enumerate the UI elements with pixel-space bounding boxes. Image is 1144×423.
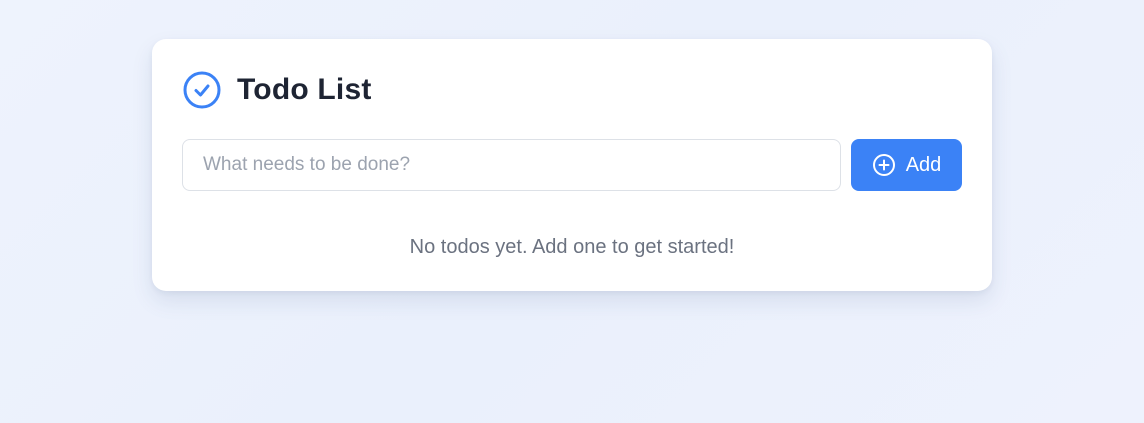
- todo-card: Todo List Add No todos yet. Add one to g…: [152, 39, 992, 291]
- todo-input[interactable]: [182, 139, 841, 191]
- check-circle-icon: [182, 70, 222, 110]
- add-button[interactable]: Add: [851, 139, 962, 191]
- plus-circle-icon: [872, 153, 896, 177]
- empty-state-message: No todos yet. Add one to get started!: [409, 236, 735, 258]
- add-button-label: Add: [905, 153, 942, 176]
- page-title: Todo List: [237, 73, 372, 106]
- card-header: Todo List: [182, 70, 372, 110]
- add-todo-form: Add: [182, 139, 962, 191]
